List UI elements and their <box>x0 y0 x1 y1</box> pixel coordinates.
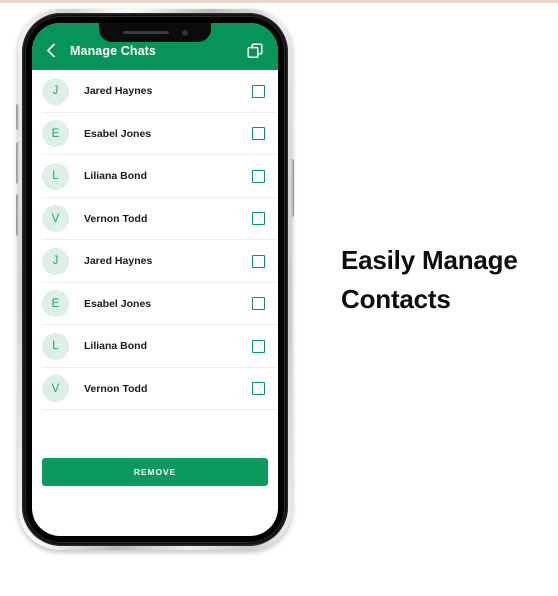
contact-checkbox[interactable] <box>252 339 265 353</box>
contact-checkbox[interactable] <box>252 254 265 268</box>
caption-line-1: Easily Manage <box>341 245 518 275</box>
contact-checkbox[interactable] <box>252 382 265 396</box>
front-camera-icon <box>181 29 188 36</box>
remove-button[interactable]: REMOVE <box>42 458 268 486</box>
avatar: E <box>42 290 69 318</box>
contact-checkbox[interactable] <box>252 127 265 141</box>
phone-mockup: Manage Chats J Jared Haynes E Esabel Jon… <box>16 9 294 550</box>
avatar: L <box>42 162 69 190</box>
avatar: V <box>42 375 69 403</box>
contact-name: Vernon Todd <box>84 382 148 395</box>
footer-actions: REMOVE <box>32 458 278 486</box>
list-item[interactable]: J Jared Haynes <box>32 240 278 283</box>
chevron-left-icon[interactable] <box>42 34 60 60</box>
contact-checkbox[interactable] <box>252 169 265 183</box>
list-item[interactable]: L Liliana Bond <box>32 325 278 368</box>
contact-checkbox[interactable] <box>252 297 265 311</box>
caption-line-2: Contacts <box>341 284 451 314</box>
list-item[interactable]: E Esabel Jones <box>32 283 278 326</box>
list-bottom-spacer <box>32 410 278 458</box>
avatar: L <box>42 332 69 360</box>
list-item[interactable]: E Esabel Jones <box>32 113 278 156</box>
contact-list: J Jared Haynes E Esabel Jones L Liliana … <box>32 70 278 410</box>
contact-checkbox[interactable] <box>252 212 265 226</box>
phone-screen: Manage Chats J Jared Haynes E Esabel Jon… <box>32 23 278 536</box>
list-item[interactable]: J Jared Haynes <box>32 70 278 113</box>
avatar: J <box>42 247 69 275</box>
contact-name: Esabel Jones <box>84 297 152 310</box>
device-notch <box>99 23 211 42</box>
top-hairline <box>0 0 558 3</box>
list-item[interactable]: V Vernon Todd <box>32 198 278 241</box>
contact-checkbox[interactable] <box>252 84 265 98</box>
contact-name: Jared Haynes <box>84 85 153 98</box>
marketing-caption: Easily Manage Contacts <box>341 241 551 319</box>
copy-duplicate-icon[interactable] <box>245 33 265 61</box>
mute-switch[interactable] <box>16 104 19 130</box>
list-item[interactable]: V Vernon Todd <box>32 368 278 411</box>
power-button[interactable] <box>291 159 294 217</box>
contact-name: Liliana Bond <box>84 340 147 353</box>
list-item[interactable]: L Liliana Bond <box>32 155 278 198</box>
contact-name: Vernon Todd <box>84 212 148 225</box>
contact-name: Liliana Bond <box>84 170 147 183</box>
volume-down-button[interactable] <box>16 194 19 236</box>
contact-name: Jared Haynes <box>84 255 153 268</box>
speaker-slit-icon <box>122 30 169 35</box>
contact-name: Esabel Jones <box>84 127 152 140</box>
avatar: E <box>42 120 69 148</box>
avatar: J <box>42 77 69 105</box>
avatar: V <box>42 205 69 233</box>
volume-up-button[interactable] <box>16 142 19 184</box>
